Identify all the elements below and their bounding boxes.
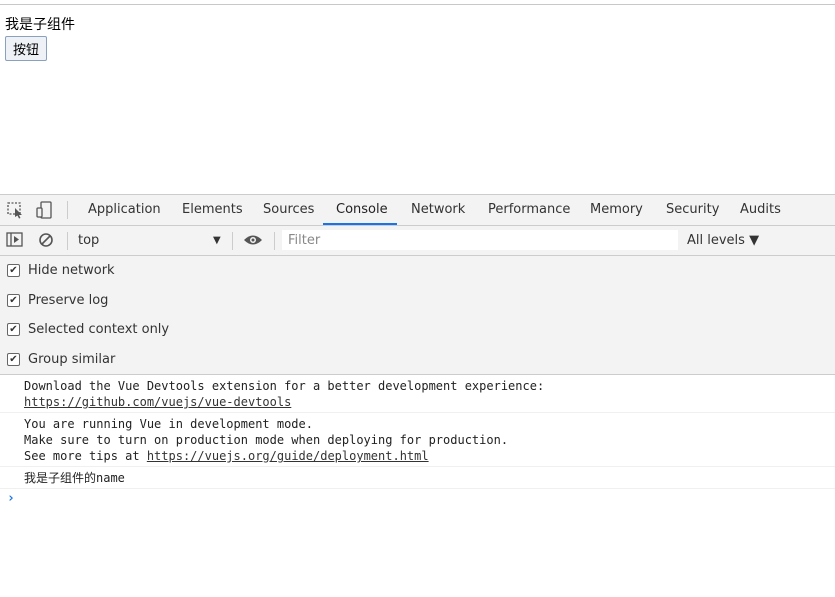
context-dropdown-icon[interactable]: ▼ — [213, 226, 221, 255]
setting-group-similar[interactable]: ✔ Group similar — [0, 345, 835, 375]
page-content: 我是子组件 按钮 — [5, 15, 75, 61]
devtools-tab-bar: Application Elements Sources Console Net… — [0, 194, 835, 226]
devtools-panel: Application Elements Sources Console Net… — [0, 194, 835, 597]
tab-elements[interactable]: Elements — [182, 195, 243, 225]
checkbox[interactable]: ✔ — [7, 264, 20, 278]
setting-hide-network[interactable]: ✔ Hide network — [0, 256, 835, 286]
console-settings: ✔ Hide network ✔ Preserve log ✔ Selected… — [0, 256, 835, 375]
setting-label: Hide network — [28, 263, 115, 279]
console-toolbar: top ▼ All levels ▼ — [0, 226, 835, 256]
clear-console-icon[interactable] — [38, 232, 56, 252]
console-message: You are running Vue in development mode.… — [0, 413, 835, 467]
log-levels-dropdown[interactable]: All levels ▼ — [687, 226, 759, 255]
message-text: See more tips at — [24, 449, 147, 463]
child-button[interactable]: 按钮 — [5, 36, 48, 61]
message-text: Make sure to turn on production mode whe… — [24, 433, 509, 447]
checkbox[interactable]: ✔ — [7, 293, 20, 307]
tab-performance[interactable]: Performance — [488, 195, 570, 225]
setting-preserve-log[interactable]: ✔ Preserve log — [0, 286, 835, 316]
setting-label: Preserve log — [28, 292, 109, 308]
console-message: Download the Vue Devtools extension for … — [0, 375, 835, 413]
active-tab-indicator — [323, 223, 397, 225]
tab-console[interactable]: Console — [336, 195, 388, 225]
message-text: You are running Vue in development mode. — [24, 417, 313, 431]
tab-audits[interactable]: Audits — [740, 195, 781, 225]
console-prompt-icon[interactable]: › — [0, 489, 835, 506]
deployment-link[interactable]: https://vuejs.org/guide/deployment.html — [147, 449, 429, 463]
top-border — [0, 4, 835, 5]
context-selector[interactable]: top — [78, 226, 99, 255]
console-messages: Download the Vue Devtools extension for … — [0, 375, 835, 506]
tab-security[interactable]: Security — [666, 195, 719, 225]
inspect-element-icon[interactable] — [6, 201, 26, 219]
toolbar-separator — [274, 232, 275, 250]
device-toolbar-icon[interactable] — [35, 201, 55, 219]
toolbar-separator — [67, 232, 68, 250]
show-sidebar-icon[interactable] — [6, 232, 24, 252]
setting-selected-context-only[interactable]: ✔ Selected context only — [0, 315, 835, 345]
filter-input[interactable] — [282, 230, 678, 250]
console-message: 我是子组件的name — [0, 467, 835, 489]
tab-separator — [67, 201, 68, 219]
eye-icon[interactable] — [243, 233, 263, 251]
toolbar-separator — [232, 232, 233, 250]
message-text: Download the Vue Devtools extension for … — [24, 379, 545, 393]
setting-label: Group similar — [28, 351, 116, 367]
tab-memory[interactable]: Memory — [590, 195, 643, 225]
child-component-text: 我是子组件 — [5, 17, 75, 33]
checkbox[interactable]: ✔ — [7, 323, 20, 337]
message-text: 我是子组件的name — [24, 471, 125, 485]
setting-label: Selected context only — [28, 322, 170, 338]
tab-application[interactable]: Application — [88, 195, 161, 225]
tab-network[interactable]: Network — [411, 195, 465, 225]
devtools-link[interactable]: https://github.com/vuejs/vue-devtools — [24, 395, 291, 409]
checkbox[interactable]: ✔ — [7, 352, 20, 366]
tab-sources[interactable]: Sources — [263, 195, 314, 225]
